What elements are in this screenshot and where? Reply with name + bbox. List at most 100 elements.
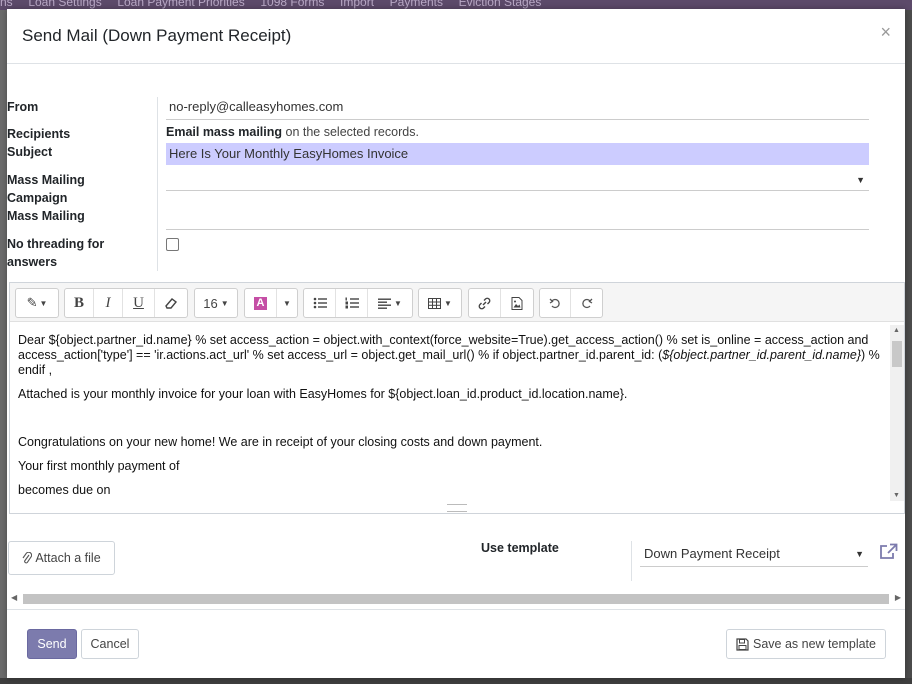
editor-scrollbar[interactable]: ▲ ▼ [890, 325, 904, 501]
resize-handle[interactable] [447, 504, 467, 512]
attach-file-button[interactable]: Attach a file [8, 541, 115, 575]
body-paragraph: Dear ${object.partner_id.name} % set acc… [18, 333, 886, 378]
nav-item: ns [0, 0, 13, 9]
insert-group [468, 288, 534, 318]
body-line-parent: ${object.partner_id.parent_id.name} [662, 348, 862, 362]
scrollbar-thumb[interactable] [892, 341, 902, 367]
link-icon [478, 297, 491, 309]
subject-value: Here Is Your Monthly EasyHomes Invoice [169, 146, 409, 161]
no-threading-label: No threading for answers [7, 235, 104, 271]
attach-file-label: Attach a file [35, 551, 101, 565]
cancel-button[interactable]: Cancel [81, 629, 139, 659]
body-paragraph: Attached is your monthly invoice for you… [18, 387, 628, 401]
underline-icon: U [133, 294, 144, 311]
external-link-icon[interactable] [879, 543, 898, 563]
nav-item: Loan Settings [28, 0, 102, 9]
dialog-title: Send Mail (Down Payment Receipt) [22, 26, 292, 45]
font-color-button[interactable]: A [245, 289, 277, 317]
no-threading-label-line: answers [7, 255, 58, 269]
subject-label: Subject [7, 145, 53, 159]
from-value: no-reply@calleasyhomes.com [169, 99, 344, 114]
format-group: B I U [64, 288, 188, 318]
email-body-content[interactable]: Dear ${object.partner_id.name} % set acc… [18, 333, 886, 503]
background-overlay-right [905, 10, 912, 684]
nav-item: Eviction Stages [458, 0, 542, 9]
table-icon [428, 297, 442, 309]
ordered-list-button[interactable] [336, 289, 368, 317]
align-button[interactable]: ▼ [368, 289, 412, 317]
caret-down-icon: ▼ [220, 298, 229, 308]
redo-button[interactable] [571, 289, 602, 317]
recipients-label: Recipients [7, 127, 71, 141]
no-threading-checkbox[interactable] [166, 238, 179, 251]
close-icon[interactable]: × [880, 22, 891, 43]
body-paragraph: Congratulations on your new home! We are… [18, 435, 543, 449]
horizontal-scrollbar[interactable]: ◀ ▶ [7, 591, 905, 607]
redo-icon [581, 298, 592, 309]
campaign-select[interactable]: ▼ [166, 171, 869, 191]
list-ul-icon [313, 297, 327, 309]
caret-down-icon: ▼ [855, 549, 864, 559]
font-size-button[interactable]: 16 ▼ [195, 289, 237, 317]
caret-down-icon: ▼ [394, 298, 402, 308]
nav-item: Import [340, 0, 375, 9]
send-mail-dialog: Send Mail (Down Payment Receipt) × From … [7, 9, 905, 678]
body-paragraph: becomes due on [18, 483, 111, 497]
italic-button[interactable]: I [94, 289, 123, 317]
mass-mailing-field[interactable] [166, 211, 869, 230]
editor-toolbar: ✎ ▼ B I U 16 ▼ A ▼ ▼ ▼ [10, 283, 904, 322]
template-select[interactable]: Down Payment Receipt ▼ [640, 544, 868, 567]
save-as-template-button[interactable]: Save as new template [726, 629, 886, 659]
history-group [539, 288, 603, 318]
caret-down-icon: ▼ [856, 175, 865, 185]
style-group: ✎ ▼ [15, 288, 59, 318]
list-ol-icon [345, 297, 359, 309]
image-icon [511, 296, 523, 310]
font-size-group: 16 ▼ [194, 288, 238, 318]
insert-image-button[interactable] [501, 289, 533, 317]
horizontal-scrollbar-thumb[interactable] [23, 594, 889, 604]
table-group: ▼ [418, 288, 462, 318]
background-overlay-bottom [0, 678, 912, 684]
subject-field[interactable]: Here Is Your Monthly EasyHomes Invoice [166, 143, 869, 165]
recipients-mode: Email mass mailing [166, 125, 283, 139]
insert-table-button[interactable]: ▼ [419, 289, 461, 317]
underline-button[interactable]: U [123, 289, 155, 317]
footer-divider [7, 609, 905, 610]
bold-icon: B [73, 294, 84, 311]
no-threading-label-line: No threading for [7, 237, 105, 251]
color-group: A ▼ [244, 288, 298, 318]
paragraph-style-button[interactable]: ✎ ▼ [16, 289, 58, 317]
send-button[interactable]: Send [27, 629, 77, 659]
campaign-label-line: Mass Mailing [7, 173, 85, 187]
scroll-up-icon[interactable]: ▲ [893, 327, 900, 334]
font-color-dropdown[interactable]: ▼ [277, 289, 297, 317]
from-field[interactable]: no-reply@calleasyhomes.com [166, 99, 869, 120]
from-label: From [7, 100, 39, 114]
caret-down-icon: ▼ [283, 298, 291, 308]
insert-link-button[interactable] [469, 289, 501, 317]
body-editor[interactable]: ✎ ▼ B I U 16 ▼ A ▼ ▼ ▼ Dear ${object.par… [9, 282, 905, 514]
recipients-text: on the selected records. [282, 125, 419, 139]
paragraph-group: ▼ [303, 288, 413, 318]
mass-mailing-label: Mass Mailing [7, 209, 85, 223]
italic-icon: I [105, 294, 111, 311]
align-left-icon [378, 298, 392, 309]
paperclip-icon [22, 551, 33, 563]
unordered-list-button[interactable] [304, 289, 336, 317]
remove-format-button[interactable] [155, 289, 187, 317]
campaign-value [166, 171, 169, 186]
scroll-left-icon[interactable]: ◀ [11, 593, 17, 602]
scroll-down-icon[interactable]: ▼ [893, 492, 900, 499]
undo-button[interactable] [540, 289, 571, 317]
magic-wand-icon: ✎ [26, 295, 38, 310]
scroll-right-icon[interactable]: ▶ [895, 593, 901, 602]
caret-down-icon: ▼ [444, 298, 452, 308]
campaign-label: Mass Mailing Campaign [7, 171, 85, 207]
nav-item: 1098 Forms [260, 0, 325, 9]
body-paragraph: Your first monthly payment of [18, 459, 180, 473]
undo-icon [549, 298, 560, 309]
eraser-icon [165, 298, 178, 309]
bold-button[interactable]: B [65, 289, 94, 317]
template-value: Down Payment Receipt [644, 546, 780, 561]
